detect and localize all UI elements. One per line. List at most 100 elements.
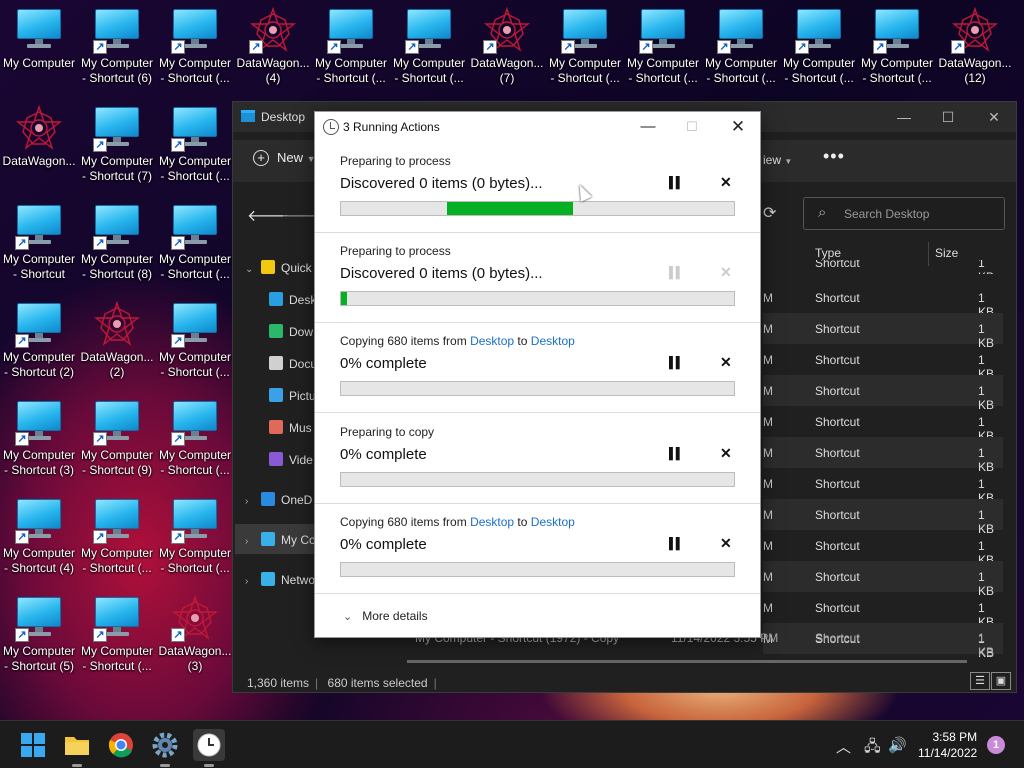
dialog-titlebar[interactable]: 3 Running Actions — ☐ ✕ [315, 112, 760, 142]
desktop-icon[interactable]: ↗ My Computer - Shortcut [0, 196, 78, 292]
desktop-icon[interactable]: ↗ My Computer - Shortcut (3) [0, 392, 78, 488]
sidebar-item[interactable]: Dow [253, 324, 313, 350]
desktop-icon[interactable]: ↗ My Computer - Shortcut (2) [0, 294, 78, 390]
datawagon-icon: ↗ [171, 594, 219, 642]
desktop-icon[interactable]: ↗ My Computer - Shortcut (... [156, 294, 234, 390]
sidebar-item[interactable]: › OneD [245, 492, 312, 518]
desktop-icon[interactable]: ↗ My Computer - Shortcut (9) [78, 392, 156, 488]
desktop-icon[interactable]: ↗ My Computer - Shortcut (... [156, 98, 234, 194]
desktop-icon[interactable]: ↗ My Computer - Shortcut (... [858, 0, 936, 96]
table-row[interactable]: M Shortcut 1 KB [763, 406, 1003, 443]
table-row[interactable]: Shortcut 1 KB [763, 260, 1003, 274]
chevron-up-icon[interactable]: ︿ [836, 736, 851, 757]
sidebar-item[interactable]: Mus [253, 420, 312, 446]
table-row[interactable]: M Shortcut 1 KB [763, 499, 1003, 536]
sidebar-item[interactable]: Vide [253, 452, 313, 478]
table-row[interactable]: M Shortcut 1 KB [763, 375, 1003, 412]
desktop-icon[interactable]: ↗ My Computer - Shortcut (... [156, 490, 234, 586]
source-link[interactable]: Desktop [470, 334, 514, 348]
sidebar-item[interactable]: Desk [253, 292, 316, 318]
desktop-icon[interactable]: ↗ My Computer - Shortcut (... [78, 490, 156, 586]
desktop-icon[interactable]: DataWagon... [0, 98, 78, 194]
table-row[interactable]: M Shortcut 1 KB [763, 313, 1003, 350]
desktop-icon[interactable]: ↗ My Computer - Shortcut (... [156, 196, 234, 292]
cancel-icon[interactable]: ✕ [720, 354, 732, 371]
column-header-size[interactable]: Size [935, 246, 958, 260]
desktop-icon[interactable]: ↗ My Computer - Shortcut (4) [0, 490, 78, 586]
sidebar-item[interactable]: ⌄ Quick [245, 260, 312, 286]
cancel-icon[interactable]: ✕ [720, 445, 732, 462]
cancel-icon[interactable]: ✕ [720, 535, 732, 552]
chevron-icon[interactable]: › [245, 536, 261, 547]
desktop-icon[interactable]: ↗ My Computer - Shortcut (... [156, 392, 234, 488]
search-input[interactable]: ⌕ Search Desktop [803, 197, 1005, 230]
desktop-icon[interactable]: ↗ My Computer - Shortcut (8) [78, 196, 156, 292]
tiles-view-icon[interactable]: ▣ [991, 672, 1011, 690]
vertical-scrollbar[interactable] [1017, 58, 1024, 668]
desktop-icon[interactable]: My Computer [0, 0, 78, 96]
pause-icon[interactable]: ▌▌ [669, 357, 684, 369]
desktop-icon[interactable]: ↗ My Computer - Shortcut (... [702, 0, 780, 96]
desktop-icon[interactable]: ↗ My Computer - Shortcut (... [780, 0, 858, 96]
column-header-type[interactable]: Type [815, 246, 841, 260]
desktop-icon[interactable]: ↗ My Computer - Shortcut (... [390, 0, 468, 96]
desktop-icon[interactable]: ↗ My Computer - Shortcut (5) [0, 588, 78, 684]
chrome-icon[interactable] [105, 729, 137, 761]
table-row[interactable]: M Shortcut 1 KB [763, 530, 1003, 567]
table-row[interactable]: M Shortcut 1 KB [763, 437, 1003, 474]
desktop-icon[interactable]: ↗ My Computer - Shortcut (... [156, 0, 234, 96]
desktop-icon[interactable]: ↗ My Computer - Shortcut (... [546, 0, 624, 96]
more-details-button[interactable]: ⌄ More details [343, 609, 428, 623]
sidebar-item[interactable]: Pictu [253, 388, 316, 414]
table-row[interactable]: M Shortcut 1 KB [763, 592, 1003, 629]
pause-icon[interactable]: ▌▌ [669, 448, 684, 460]
table-row[interactable]: M Shortcut 1 KB [763, 561, 1003, 598]
clock-icon[interactable] [193, 729, 225, 767]
view-button[interactable]: iew ▼ [763, 153, 792, 167]
cancel-icon[interactable]: ✕ [720, 174, 732, 191]
notification-badge[interactable]: 1 [987, 736, 1005, 754]
maximize-button[interactable]: ☐ [933, 106, 963, 128]
minimize-button[interactable]: — [889, 106, 919, 128]
desktop-icon[interactable]: ↗ My Computer - Shortcut (... [312, 0, 390, 96]
chevron-icon[interactable]: ⌄ [245, 264, 261, 275]
table-row[interactable]: M Shortcut 1 KB [763, 344, 1003, 381]
file-explorer-icon[interactable] [61, 729, 93, 767]
desktop-icon[interactable]: ↗ DataWagon... (7) [468, 0, 546, 96]
system-clock[interactable]: 3:58 PM 11/14/2022 [918, 729, 977, 761]
details-view-icon[interactable]: ☰ [970, 672, 990, 690]
desktop-icon[interactable]: ↗ My Computer - Shortcut (... [624, 0, 702, 96]
running-actions-dialog[interactable]: 3 Running Actions — ☐ ✕ Preparing to pro… [314, 111, 761, 638]
desktop-icon[interactable]: ↗ My Computer - Shortcut (6) [78, 0, 156, 96]
close-button[interactable]: ✕ [723, 116, 753, 138]
sidebar-item[interactable]: › My Co [245, 532, 316, 558]
desktop-icon[interactable]: ↗ DataWagon... (4) [234, 0, 312, 96]
desktop-icon[interactable]: DataWagon... (2) [78, 294, 156, 390]
destination-link[interactable]: Desktop [531, 334, 575, 348]
horizontal-scrollbar[interactable] [407, 660, 967, 663]
new-button[interactable]: + New ▼ [253, 150, 316, 166]
sidebar-item[interactable]: › Netwo [245, 572, 315, 598]
desktop-icon[interactable]: ↗ My Computer - Shortcut (7) [78, 98, 156, 194]
pause-icon[interactable]: ▌▌ [669, 538, 684, 550]
close-button[interactable]: ✕ [979, 106, 1009, 128]
windows-start-icon[interactable] [17, 729, 49, 761]
desktop-icon[interactable]: ↗ My Computer - Shortcut (... [78, 588, 156, 684]
desktop-icon[interactable]: ↗ DataWagon... (12) [936, 0, 1014, 96]
table-row[interactable]: M Shortcut 1 KB [763, 282, 1003, 319]
table-row[interactable]: M Shortcut 1 KB [763, 468, 1003, 505]
desktop-icon[interactable]: ↗ DataWagon... (3) [156, 588, 234, 684]
sidebar-item[interactable]: Docu [253, 356, 317, 382]
desktop-icon-label: My Computer [2, 56, 76, 70]
destination-link[interactable]: Desktop [531, 515, 575, 529]
chevron-icon[interactable]: › [245, 576, 261, 587]
refresh-icon[interactable]: ⟳ [763, 203, 776, 223]
network-icon[interactable]: 🖧 [864, 736, 881, 761]
pause-icon[interactable]: ▌▌ [669, 177, 684, 189]
chevron-icon[interactable]: › [245, 496, 261, 507]
volume-icon[interactable]: 🔊 [888, 736, 907, 754]
settings-icon[interactable] [149, 729, 181, 767]
source-link[interactable]: Desktop [470, 515, 514, 529]
more-options-button[interactable]: ••• [823, 146, 845, 167]
minimize-button[interactable]: — [633, 116, 663, 138]
